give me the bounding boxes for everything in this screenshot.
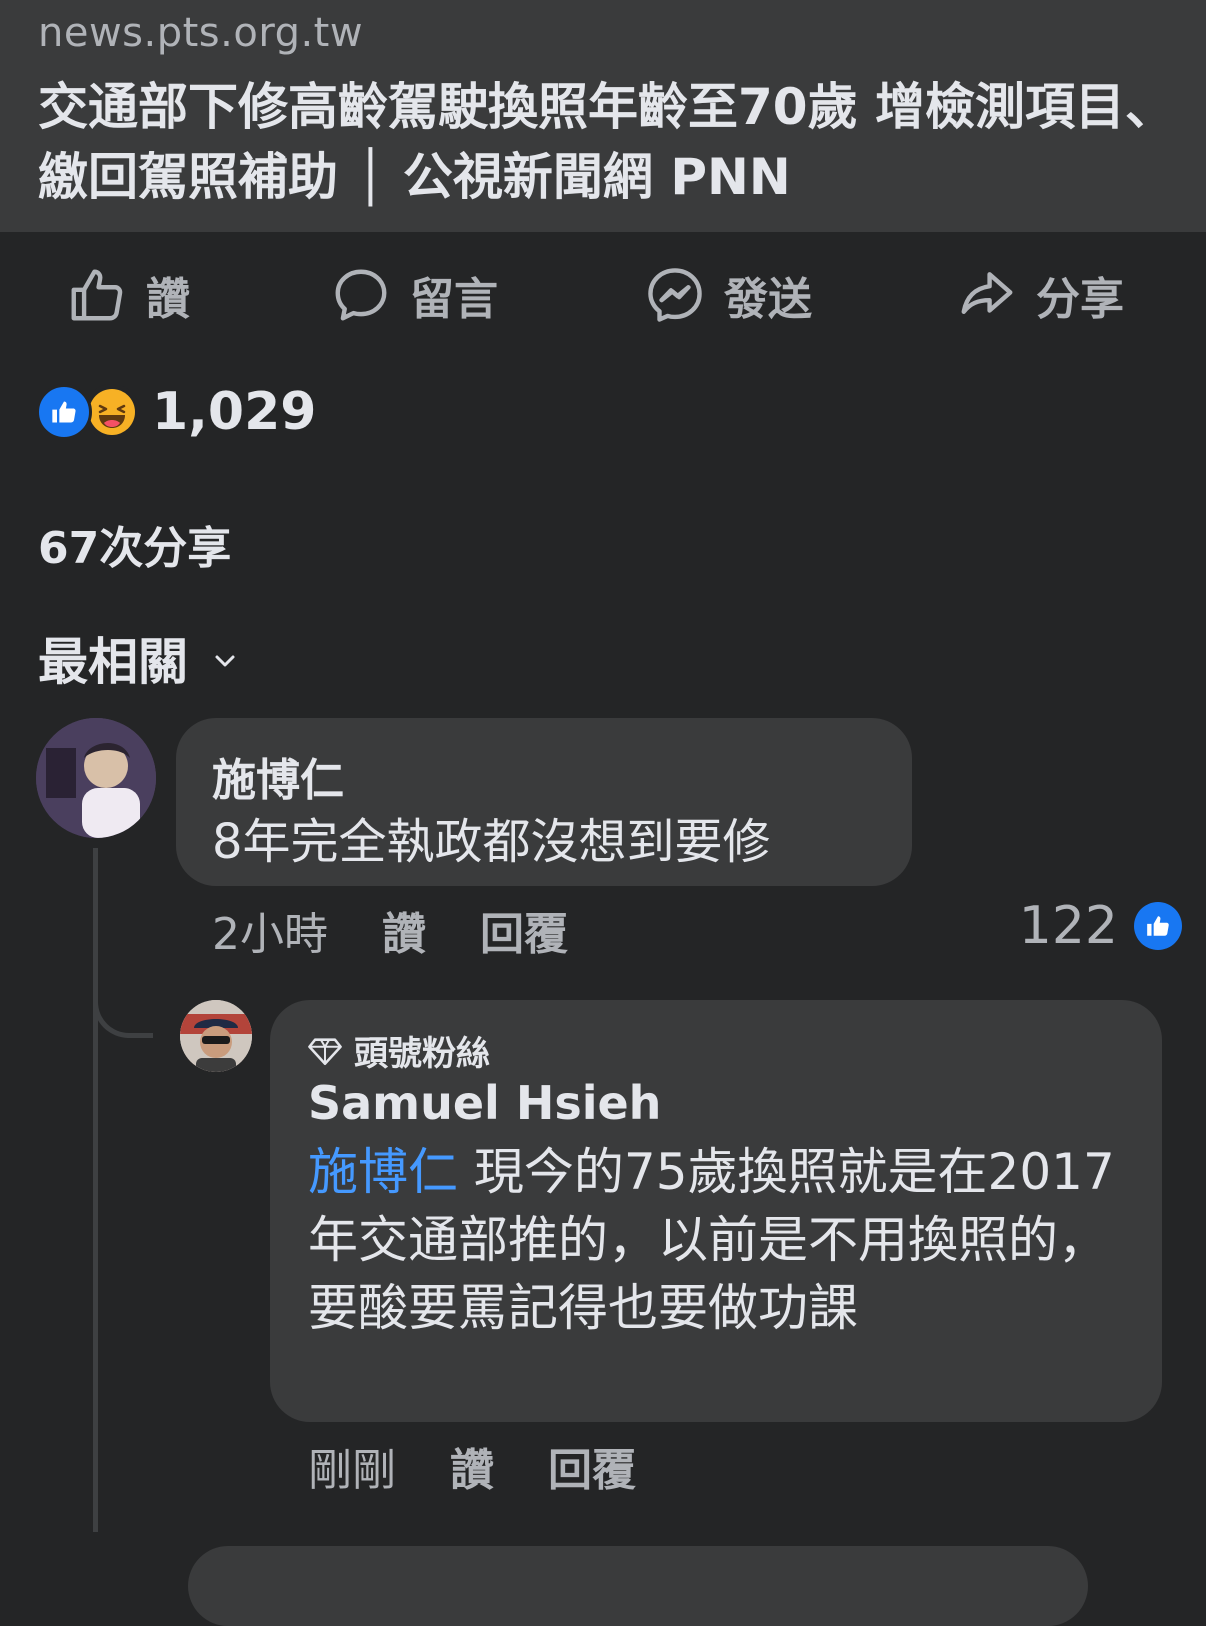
chevron-down-icon: [215, 655, 235, 667]
thumbs-up-icon: [71, 269, 123, 321]
comment-bubble-icon: [335, 269, 387, 321]
like-count-number: 122: [1018, 896, 1118, 956]
share-count[interactable]: 67次分享: [38, 512, 231, 576]
thread-line: [93, 848, 98, 1532]
messenger-icon: [648, 268, 702, 322]
comment-meta: 2小時 讚 回覆: [212, 900, 622, 960]
post-action-bar: 讚 留言 發送 分享: [0, 232, 1206, 358]
reply-avatar[interactable]: [180, 1000, 252, 1072]
comment-reply-button[interactable]: 回覆: [480, 898, 568, 962]
like-badge-icon: [1134, 902, 1182, 950]
top-fan-badge: 頭號粉絲: [308, 1026, 490, 1075]
avatar[interactable]: [36, 718, 156, 838]
haha-reaction-icon: [84, 384, 140, 440]
reactions-summary[interactable]: 1,029: [36, 382, 317, 442]
reply-reply-button[interactable]: 回覆: [548, 1434, 636, 1498]
comment-sort-dropdown[interactable]: 最相關: [38, 622, 236, 694]
reply-like-button[interactable]: 讚: [450, 1434, 494, 1498]
comment-author[interactable]: 施博仁: [212, 744, 344, 808]
reply-bubble: 頭號粉絲 Samuel Hsieh 施博仁 現今的75歲換照就是在2017年交通…: [270, 1000, 1162, 1422]
share-label: 分享: [1036, 274, 1124, 325]
reply-text: 施博仁 現今的75歲換照就是在2017年交通部推的，以前是不用換照的，要酸要罵記…: [308, 1138, 1138, 1342]
badge-label: 頭號粉絲: [354, 1034, 490, 1074]
mention-link[interactable]: 施博仁: [308, 1143, 458, 1201]
share-button[interactable]: 分享: [956, 262, 1124, 328]
comment-like-button[interactable]: 讚: [382, 898, 426, 962]
comment-bubble: 施博仁 8年完全執政都沒想到要修: [176, 718, 912, 886]
reply-author[interactable]: Samuel Hsieh: [308, 1076, 661, 1130]
share-arrow-icon: [961, 272, 1013, 314]
reaction-count: 1,029: [152, 382, 317, 442]
send-label: 發送: [724, 274, 812, 325]
diamond-icon: [308, 1037, 342, 1065]
reply-meta: 剛剛 讚 回覆: [308, 1436, 690, 1496]
sort-label: 最相關: [38, 633, 188, 691]
link-preview-card[interactable]: news.pts.org.tw 交通部下修高齡駕駛換照年齡至70歲 增檢測項目、…: [0, 0, 1206, 232]
comment-like-count[interactable]: 122: [1019, 896, 1182, 956]
link-domain: news.pts.org.tw: [38, 10, 364, 56]
like-button[interactable]: 讚: [66, 262, 190, 328]
like-reaction-icon: [36, 384, 92, 440]
link-title[interactable]: 交通部下修高齡駕駛換照年齡至70歲 增檢測項目、繳回駕照補助 │ 公視新聞網 P…: [38, 72, 1178, 212]
like-label: 讚: [146, 274, 190, 325]
comment-text: 8年完全執政都沒想到要修: [212, 814, 771, 870]
comment-label: 留言: [410, 274, 498, 325]
send-button[interactable]: 發送: [644, 262, 812, 328]
thread-branch: [93, 980, 153, 1038]
comment-time[interactable]: 2小時: [212, 898, 328, 962]
next-comment-bubble: [188, 1546, 1088, 1626]
reply-time[interactable]: 剛剛: [308, 1434, 396, 1498]
comment-button[interactable]: 留言: [330, 262, 498, 328]
